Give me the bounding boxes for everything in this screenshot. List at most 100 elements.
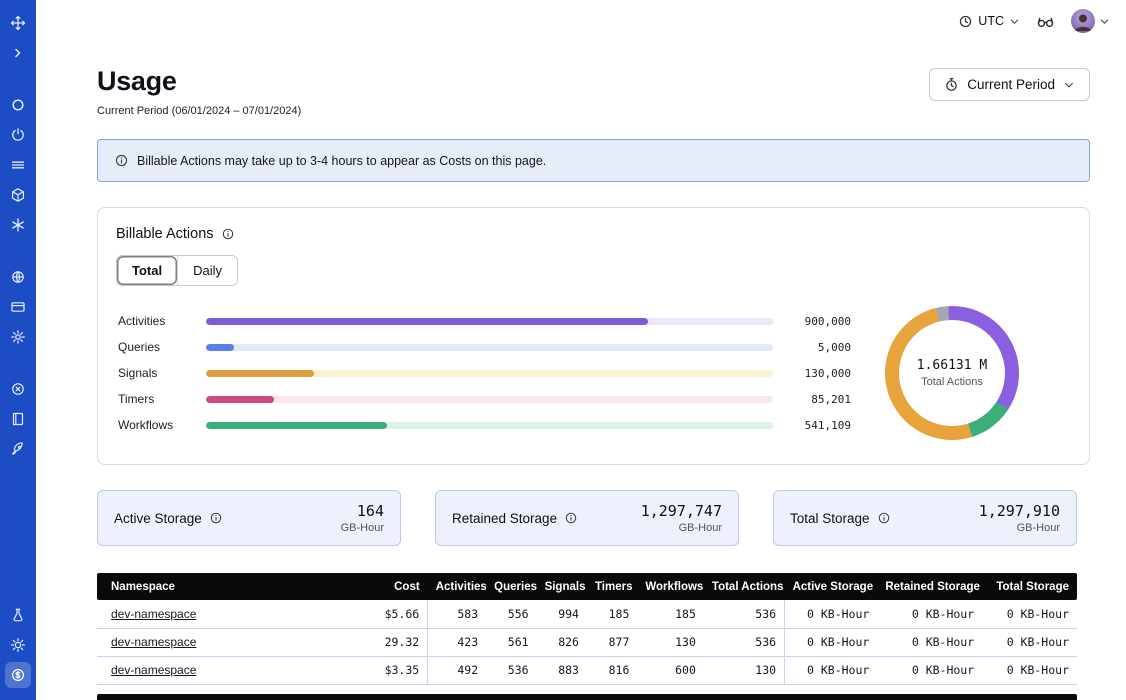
- chevron-down-icon: [1063, 79, 1075, 91]
- book-icon[interactable]: [5, 406, 31, 432]
- info-icon[interactable]: [564, 511, 578, 525]
- cell-total-storage: 0 KB-Hour: [982, 600, 1077, 628]
- bar-row: Workflows 541,109: [118, 418, 851, 433]
- donut-total-label: Total Actions: [921, 376, 983, 388]
- gear-icon[interactable]: [5, 324, 31, 350]
- history-icon[interactable]: [5, 122, 31, 148]
- user-menu[interactable]: [1071, 9, 1110, 33]
- col-namespace: Namespace: [97, 573, 361, 600]
- main-content: Usage Current Period (06/01/2024 – 07/01…: [36, 42, 1126, 700]
- layers-icon[interactable]: [5, 152, 31, 178]
- cell-workflows: 130: [637, 628, 704, 656]
- cell-timers: 816: [587, 656, 637, 684]
- bar-fill: [206, 422, 387, 429]
- col-cost: Cost: [361, 573, 428, 600]
- table-header-row: Namespace Cost Activities Queries Signal…: [97, 573, 1077, 600]
- col-total-storage: Total Storage: [982, 573, 1077, 600]
- period-selector-button[interactable]: Current Period: [929, 68, 1090, 101]
- stat-label: Retained Storage: [452, 511, 557, 526]
- cell-activities: 583: [428, 600, 486, 628]
- glasses-icon[interactable]: [1036, 12, 1055, 31]
- stat-unit: GB-Hour: [979, 522, 1060, 534]
- bar-track: [206, 344, 773, 351]
- stat-value: 164: [341, 502, 384, 520]
- namespace-link[interactable]: dev-namespace: [111, 663, 196, 677]
- bar-track: [206, 422, 773, 429]
- col-workflows: Workflows: [637, 573, 704, 600]
- bar-label: Workflows: [118, 418, 190, 432]
- retained-storage-card: Retained Storage 1,297,747 GB-Hour: [435, 490, 739, 546]
- chevron-down-icon: [1009, 16, 1020, 27]
- namespace-link[interactable]: dev-namespace: [111, 607, 196, 621]
- info-icon[interactable]: [877, 511, 891, 525]
- bar-row: Queries 5,000: [118, 340, 851, 355]
- bar-fill: [206, 344, 234, 351]
- bar-label: Timers: [118, 392, 190, 406]
- cell-total-storage: 0 KB-Hour: [982, 656, 1077, 684]
- timezone-select[interactable]: UTC: [958, 14, 1020, 29]
- cell-cost: $5.66: [361, 600, 428, 628]
- flask-icon[interactable]: [5, 602, 31, 628]
- cell-workflows: 600: [637, 656, 704, 684]
- bar-value: 5,000: [789, 341, 851, 354]
- chevron-down-icon: [1099, 16, 1110, 27]
- stopwatch-icon: [944, 77, 959, 92]
- avatar: [1071, 9, 1095, 33]
- chevron-right-icon[interactable]: [5, 40, 31, 66]
- billable-actions-tabs: Total Daily: [116, 255, 238, 286]
- dollar-circle-icon[interactable]: [5, 662, 31, 688]
- bar-label: Queries: [118, 340, 190, 354]
- bar-value: 900,000: [789, 315, 851, 328]
- stat-unit: GB-Hour: [341, 522, 384, 534]
- card-icon[interactable]: [5, 294, 31, 320]
- cell-signals: 826: [537, 628, 587, 656]
- bar-label: Signals: [118, 366, 190, 380]
- cell-retained-storage: 0 KB-Hour: [877, 628, 982, 656]
- bar-row: Timers 85,201: [118, 392, 851, 407]
- col-total-actions: Total Actions: [704, 573, 785, 600]
- info-icon[interactable]: [221, 227, 235, 241]
- donut-center: 1.66131 M Total Actions: [885, 306, 1019, 440]
- storage-stats-row: Active Storage 164 GB-Hour Retained Stor…: [97, 490, 1077, 546]
- col-queries: Queries: [486, 573, 536, 600]
- bar-value: 85,201: [789, 393, 851, 406]
- col-active-storage: Active Storage: [785, 573, 878, 600]
- bar-fill: [206, 370, 314, 377]
- ring-icon[interactable]: [5, 92, 31, 118]
- stat-value: 1,297,747: [641, 502, 722, 520]
- tab-total[interactable]: Total: [117, 256, 177, 285]
- cell-workflows: 185: [637, 600, 704, 628]
- asterisk-icon[interactable]: [5, 212, 31, 238]
- table-row: dev-namespace 29.32 423 561 826 877 130 …: [97, 628, 1077, 656]
- total-storage-card: Total Storage 1,297,910 GB-Hour: [773, 490, 1077, 546]
- col-timers: Timers: [587, 573, 637, 600]
- donut-total-value: 1.66131 M: [917, 358, 987, 373]
- active-storage-card: Active Storage 164 GB-Hour: [97, 490, 401, 546]
- stat-label: Active Storage: [114, 511, 202, 526]
- sidebar: [0, 0, 36, 700]
- namespace-link[interactable]: dev-namespace: [111, 635, 196, 649]
- col-retained-storage: Retained Storage: [877, 573, 982, 600]
- rocket-icon[interactable]: [5, 436, 31, 462]
- globe-icon[interactable]: [5, 264, 31, 290]
- bar-track: [206, 370, 773, 377]
- cell-cost: $3.35: [361, 656, 428, 684]
- circle-x-icon[interactable]: [5, 376, 31, 402]
- cell-queries: 556: [486, 600, 536, 628]
- sun-icon[interactable]: [5, 632, 31, 658]
- total-actions-donut-wrap: 1.66131 M Total Actions: [885, 306, 1019, 440]
- move-icon[interactable]: [5, 10, 31, 36]
- cell-total-actions: 130: [704, 656, 785, 684]
- bar-label: Activities: [118, 314, 190, 328]
- namespace-usage-table: Namespace Cost Activities Queries Signal…: [97, 573, 1077, 685]
- namespace-usage-table-wrap: Namespace Cost Activities Queries Signal…: [97, 573, 1077, 685]
- col-signals: Signals: [537, 573, 587, 600]
- tab-daily[interactable]: Daily: [177, 256, 237, 285]
- info-icon[interactable]: [209, 511, 223, 525]
- period-selector-label: Current Period: [967, 77, 1055, 92]
- cell-retained-storage: 0 KB-Hour: [877, 600, 982, 628]
- cube-icon[interactable]: [5, 182, 31, 208]
- topbar: UTC: [36, 0, 1126, 42]
- bar-fill: [206, 318, 648, 325]
- bar-value: 541,109: [789, 419, 851, 432]
